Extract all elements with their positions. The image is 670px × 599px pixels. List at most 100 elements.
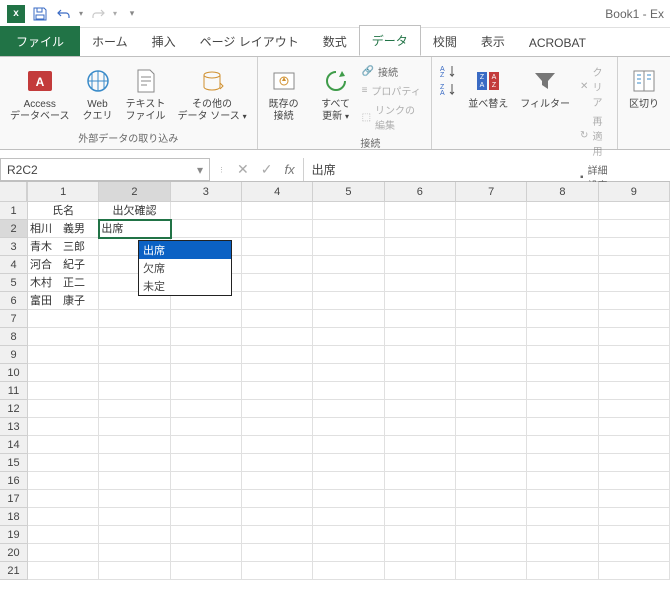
column-header[interactable]: 1 — [28, 182, 99, 201]
row-header[interactable]: 14 — [0, 436, 27, 454]
cell[interactable] — [313, 220, 384, 238]
cell[interactable] — [385, 310, 456, 328]
validation-dropdown-arrow[interactable]: ▼ — [170, 220, 171, 238]
text-to-columns-button[interactable]: 区切り — [624, 63, 664, 113]
cell[interactable] — [385, 220, 456, 238]
cell[interactable] — [527, 292, 598, 310]
cell[interactable] — [456, 454, 527, 472]
undo-dropdown-icon[interactable]: ▾ — [76, 2, 86, 26]
redo-icon[interactable] — [86, 2, 110, 26]
cell[interactable] — [599, 490, 670, 508]
cell[interactable] — [599, 202, 670, 220]
cell[interactable] — [313, 472, 384, 490]
qat-customize-icon[interactable]: ▾ — [120, 2, 144, 26]
cell[interactable] — [527, 310, 598, 328]
cell[interactable] — [28, 544, 99, 562]
tab-view[interactable]: 表示 — [469, 26, 517, 56]
cell[interactable] — [527, 490, 598, 508]
cell[interactable] — [242, 364, 313, 382]
cell[interactable] — [527, 220, 598, 238]
cell[interactable] — [599, 274, 670, 292]
row-header[interactable]: 2 — [0, 220, 27, 238]
cell[interactable] — [171, 562, 242, 580]
existing-connections-button[interactable]: 既存の 接続 — [264, 63, 304, 125]
cell[interactable] — [99, 382, 170, 400]
cell[interactable] — [99, 436, 170, 454]
cell[interactable] — [99, 562, 170, 580]
cell[interactable] — [599, 544, 670, 562]
cell[interactable] — [28, 328, 99, 346]
cell[interactable] — [527, 256, 598, 274]
cell[interactable] — [242, 436, 313, 454]
edit-links-button[interactable]: ⬚リンクの編集 — [360, 101, 426, 133]
cell[interactable] — [599, 364, 670, 382]
cell[interactable] — [171, 508, 242, 526]
row-header[interactable]: 7 — [0, 310, 27, 328]
cell[interactable] — [242, 508, 313, 526]
cell[interactable] — [527, 526, 598, 544]
from-access-button[interactable]: A Access データベース — [6, 63, 74, 125]
cell[interactable] — [385, 508, 456, 526]
clear-filter-button[interactable]: ✕クリア — [578, 63, 611, 110]
cell[interactable] — [28, 526, 99, 544]
column-header[interactable]: 7 — [456, 182, 527, 201]
cell[interactable] — [599, 238, 670, 256]
cell[interactable] — [456, 508, 527, 526]
cell[interactable] — [171, 202, 242, 220]
reapply-button[interactable]: ↻再適用 — [578, 112, 611, 159]
cell[interactable]: 氏名 — [28, 202, 99, 220]
select-all-corner[interactable] — [0, 182, 27, 202]
cell[interactable] — [28, 382, 99, 400]
cell[interactable] — [242, 490, 313, 508]
cell[interactable] — [385, 328, 456, 346]
cell[interactable] — [385, 238, 456, 256]
cell[interactable]: 出席▼ — [99, 220, 170, 238]
cell[interactable] — [99, 346, 170, 364]
tab-formulas[interactable]: 数式 — [311, 26, 359, 56]
row-header[interactable]: 8 — [0, 328, 27, 346]
from-web-button[interactable]: Web クエリ — [78, 63, 118, 125]
cell[interactable] — [28, 508, 99, 526]
cell[interactable] — [527, 364, 598, 382]
cell[interactable] — [28, 562, 99, 580]
cell[interactable] — [456, 382, 527, 400]
cell[interactable] — [242, 562, 313, 580]
cell[interactable] — [527, 454, 598, 472]
cell[interactable] — [242, 346, 313, 364]
cell[interactable] — [99, 544, 170, 562]
dropdown-option[interactable]: 出席 — [139, 241, 231, 259]
cell[interactable] — [527, 346, 598, 364]
cell[interactable] — [99, 526, 170, 544]
tab-home[interactable]: ホーム — [80, 26, 140, 56]
row-header[interactable]: 1 — [0, 202, 27, 220]
save-icon[interactable] — [28, 2, 52, 26]
row-header[interactable]: 5 — [0, 274, 27, 292]
cell[interactable] — [171, 400, 242, 418]
row-header[interactable]: 3 — [0, 238, 27, 256]
cell[interactable] — [385, 562, 456, 580]
cell[interactable] — [599, 400, 670, 418]
cell[interactable] — [385, 418, 456, 436]
cell[interactable] — [385, 490, 456, 508]
cell[interactable] — [385, 256, 456, 274]
cell[interactable] — [456, 328, 527, 346]
cell[interactable] — [527, 400, 598, 418]
cell[interactable] — [99, 454, 170, 472]
cell[interactable] — [28, 364, 99, 382]
cell[interactable] — [385, 382, 456, 400]
tab-file[interactable]: ファイル — [0, 26, 80, 56]
cell[interactable] — [313, 238, 384, 256]
cell[interactable] — [242, 274, 313, 292]
cell[interactable] — [385, 400, 456, 418]
column-header[interactable]: 8 — [527, 182, 598, 201]
cell[interactable] — [456, 490, 527, 508]
cell[interactable] — [171, 544, 242, 562]
cell[interactable] — [385, 346, 456, 364]
cell[interactable] — [599, 436, 670, 454]
cell[interactable] — [456, 526, 527, 544]
cell[interactable]: 木村 正二 — [28, 274, 99, 292]
cell[interactable] — [242, 202, 313, 220]
cell[interactable] — [171, 382, 242, 400]
cell[interactable] — [313, 328, 384, 346]
cell[interactable] — [171, 436, 242, 454]
